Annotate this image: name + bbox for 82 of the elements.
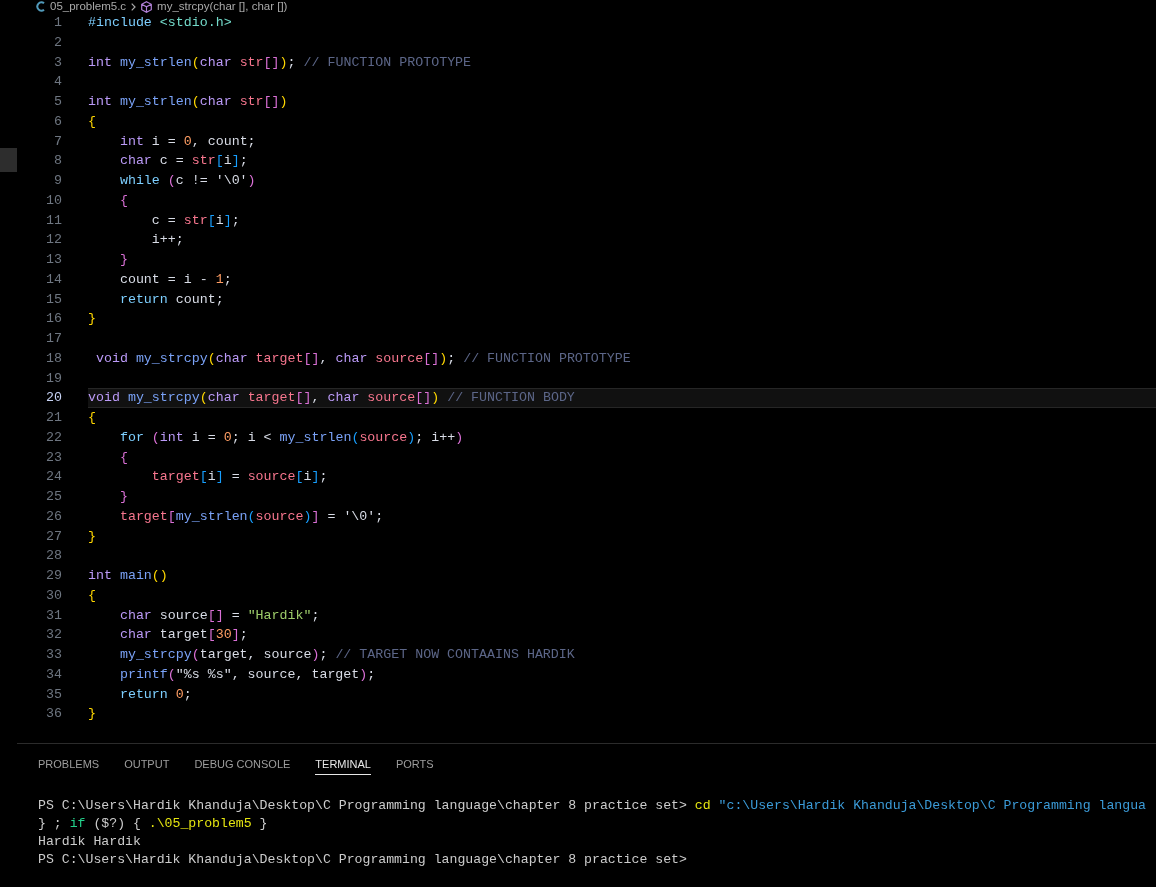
code-line: target[i] = source[i]; (150, 469, 328, 485)
line-number: 10 (45, 191, 62, 210)
code-line: int main() (88, 568, 168, 583)
code-line: int i = 0, count; (118, 133, 256, 149)
line-number: 33 (45, 646, 62, 664)
line-number: 4 (53, 73, 62, 92)
line-number: 20 (45, 389, 62, 408)
line-number: 1 (53, 14, 62, 32)
terminal-line: } ; if ($?) { .\05_problem5 } (38, 815, 268, 833)
code-line: int my_strlen(char str[]) (88, 94, 288, 109)
line-number: 15 (45, 290, 62, 309)
line-number: 9 (53, 172, 62, 190)
code-line: { (88, 587, 96, 603)
line-number: 26 (45, 507, 62, 526)
code-line: while (c != '\0') (118, 173, 256, 188)
code-line: void my_strcpy(char target[], char source[]) // FUNCTION BODY (88, 390, 575, 406)
code-line: i++; (150, 232, 184, 248)
chevron-icon (131, 2, 137, 11)
code-line: } (88, 706, 96, 722)
line-number: 21 (45, 409, 62, 427)
code-line: { (118, 449, 128, 465)
cube-icon (141, 0, 153, 13)
line-number: 24 (45, 468, 62, 487)
line-number: 12 (45, 231, 62, 250)
terminal-line: Hardik Hardik (38, 833, 141, 851)
code-line: printf("%s %s", source, target); (118, 666, 376, 682)
panel-tab[interactable]: DEBUG CONSOLE (194, 754, 291, 775)
code-line: #include <stdio.h> (88, 15, 232, 30)
line-number: 22 (45, 428, 62, 447)
line-number: 23 (45, 448, 62, 467)
line-number: 17 (45, 330, 62, 348)
breadcrumb-symbol[interactable]: my_strcpy(char [], char []) (157, 0, 288, 13)
line-number: 7 (53, 132, 62, 151)
code-line: void my_strcpy(char target[], char source[]); // FUNCTION PROTOTYPE (94, 350, 631, 366)
line-number: 34 (45, 665, 62, 684)
code-line: return 0; (118, 686, 192, 702)
line-number: 36 (45, 705, 62, 724)
panel-tab[interactable]: TERMINAL (315, 754, 371, 775)
line-number: 6 (53, 112, 62, 131)
line-number: 13 (45, 251, 62, 269)
code-line: count = i - 1; (118, 271, 232, 287)
code-line: { (118, 192, 128, 208)
code-line: for (int i = 0; i < my_strlen(source); i++) (118, 429, 464, 445)
code-line: my_strcpy(target, source); // TARGET NOW CONTAAINS HARDIK (118, 647, 575, 662)
line-number: 31 (45, 606, 62, 625)
line-number: 2 (53, 33, 62, 52)
panel-tab[interactable]: PORTS (395, 754, 434, 775)
code-line: char target[30]; (118, 627, 248, 643)
line-number: 32 (45, 626, 62, 645)
c-file-icon (36, 1, 45, 12)
line-number: 3 (53, 53, 62, 72)
line-number: 25 (45, 488, 62, 506)
line-number: 8 (53, 152, 62, 171)
line-number: 28 (45, 547, 62, 566)
line-number: 27 (45, 527, 62, 546)
gutter-marker (0, 148, 17, 172)
code-line: } (118, 252, 128, 267)
code-line: { (88, 410, 96, 425)
line-number: 19 (45, 369, 62, 388)
code-line: } (88, 528, 96, 544)
code-line: { (88, 113, 96, 129)
code-line: char c = str[i]; (118, 153, 248, 169)
terminal-line: PS C:\Users\Hardik Khanduja\Desktop\C Programming language\chapter 8 practice set> cd "c:\Users\Hardik Khanduja\Desktop\C Programming langua (38, 797, 1146, 815)
line-number: 30 (45, 586, 62, 605)
breadcrumb-file[interactable]: 05_problem5.c (50, 0, 127, 13)
line-number: 5 (53, 93, 62, 111)
line-number: 18 (45, 349, 62, 368)
line-number: 29 (45, 567, 62, 585)
code-line: c = str[i]; (150, 212, 240, 228)
code-line: } (118, 489, 128, 504)
code-line: char source[] = "Hardik"; (118, 607, 320, 623)
line-number: 35 (45, 685, 62, 704)
code-line: return count; (118, 291, 224, 307)
code-line: int my_strlen(char str[]); // FUNCTION PROTOTYPE (88, 54, 472, 70)
panel-tab[interactable]: PROBLEMS (38, 754, 100, 775)
panel-tab[interactable]: OUTPUT (124, 754, 170, 775)
code-line: } (88, 311, 96, 327)
line-number: 14 (45, 270, 62, 289)
code-line: target[my_strlen(source)] = '\0'; (118, 508, 384, 524)
line-number: 16 (45, 310, 62, 329)
terminal-line: PS C:\Users\Hardik Khanduja\Desktop\C Programming language\chapter 8 practice set> (38, 851, 687, 869)
line-number: 11 (45, 211, 62, 230)
